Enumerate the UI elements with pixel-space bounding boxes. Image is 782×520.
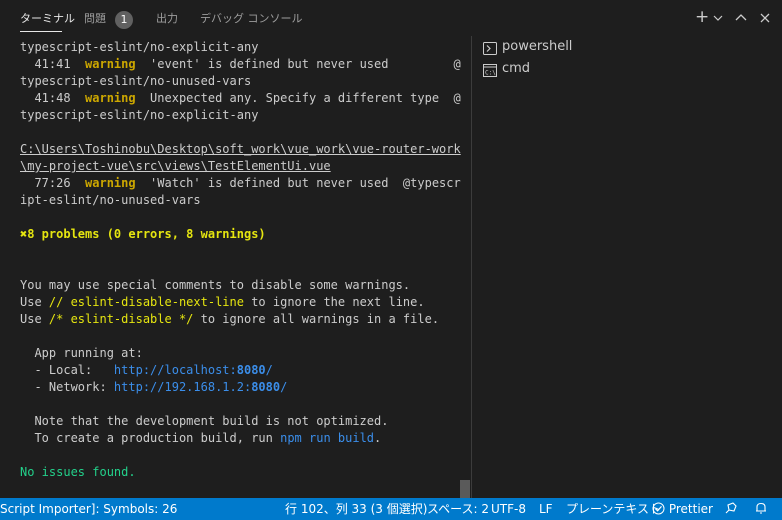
status-bar: Script Importer]: Symbols: 26 行 102、列 33… <box>0 498 782 520</box>
terminal-list-label: powershell <box>502 39 573 54</box>
network-url-link[interactable]: http://192.168.1.2:8080/ <box>114 380 287 394</box>
status-symbols[interactable]: Script Importer]: Symbols: 26 <box>0 501 177 517</box>
build-command: npm run build <box>280 431 375 445</box>
status-encoding[interactable]: UTF-8 <box>491 501 526 517</box>
terminal-line: Use /* eslint-disable */ to ignore all w… <box>20 312 440 326</box>
file-path-link[interactable]: C:\Users\Toshinobu\Desktop\soft_work\vue… <box>20 141 461 158</box>
maximize-panel-icon[interactable] <box>735 10 747 28</box>
terminal-line: typescript-eslint/no-explicit-any <box>20 40 259 54</box>
terminal-line: - Local: http://localhost:8080/ <box>20 363 273 377</box>
warning-message: 'event' is defined but never used @ <box>135 57 461 71</box>
tab-terminal[interactable]: ターミナル <box>20 12 75 26</box>
terminal-scrollbar-thumb[interactable] <box>460 480 470 498</box>
tab-debug-console[interactable]: デバッグ コンソール <box>200 12 303 26</box>
warning-message: Unexpected any. Specify a different type… <box>135 91 461 105</box>
terminal-line: - Network: http://192.168.1.2:8080/ <box>20 380 288 394</box>
warning-label: warning <box>85 57 136 71</box>
terminal-line: typescript-eslint/no-explicit-any <box>20 108 259 122</box>
terminal-line: 41:41 warning 'event' is defined but nev… <box>20 56 461 73</box>
warning-position: 41:41 <box>20 57 71 71</box>
terminal-list-item-cmd[interactable]: C:\ cmd <box>472 58 782 80</box>
close-panel-icon[interactable] <box>759 10 771 28</box>
terminal-line: ipt-eslint/no-unused-vars <box>20 193 201 207</box>
notifications-bell-icon[interactable] <box>754 501 768 519</box>
warning-label: warning <box>85 176 136 190</box>
check-double-icon <box>652 502 665 515</box>
feedback-icon[interactable] <box>724 501 738 519</box>
status-language-mode[interactable]: プレーンテキスト <box>566 501 661 517</box>
warning-label: warning <box>85 91 136 105</box>
terminal-line: Note that the development build is not o… <box>20 414 389 428</box>
warning-position: 41:48 <box>20 91 71 105</box>
panel-tab-bar: ターミナル 問題 1 出力 デバッグ コンソール + <box>0 0 782 36</box>
svg-text:C:\: C:\ <box>485 70 496 77</box>
warning-message: 'Watch' is defined but never used @types… <box>135 176 461 190</box>
status-prettier[interactable]: Prettier <box>652 501 713 517</box>
tab-problems[interactable]: 問題 <box>84 12 106 26</box>
status-cursor-position[interactable]: 行 102、列 33 (3 個選択) <box>285 501 427 517</box>
terminal-line: 41:48 warning Unexpected any. Specify a … <box>20 90 461 107</box>
terminal-dropdown-icon[interactable] <box>713 6 723 26</box>
terminal-line: To create a production build, run npm ru… <box>20 431 382 445</box>
terminal-list-item-powershell[interactable]: powershell <box>472 36 782 58</box>
eslint-comment-code: // eslint-disable-next-line <box>48 295 244 309</box>
new-terminal-icon[interactable]: + <box>695 9 709 26</box>
active-tab-indicator <box>20 31 62 32</box>
terminal-prompt-icon <box>483 40 497 55</box>
local-url-link[interactable]: http://localhost:8080/ <box>114 363 273 377</box>
terminal-line: typescript-eslint/no-unused-vars <box>20 74 252 88</box>
eslint-comment-code: /* eslint-disable */ <box>48 312 194 326</box>
tab-output[interactable]: 出力 <box>156 12 178 26</box>
warning-position: 77:26 <box>20 176 71 190</box>
terminal-list-label: cmd <box>502 61 531 76</box>
status-eol[interactable]: LF <box>539 501 553 517</box>
terminal-line: You may use special comments to disable … <box>20 278 411 292</box>
status-indentation[interactable]: スペース: 2 <box>427 501 489 517</box>
no-issues-message: No issues found. <box>20 465 136 479</box>
problems-summary: ✖8 problems (0 errors, 8 warnings) <box>20 227 266 241</box>
terminal-line: App running at: <box>20 346 143 360</box>
cmd-window-icon: C:\ <box>483 62 497 77</box>
terminal-line: Use // eslint-disable-next-line to ignor… <box>20 295 425 309</box>
terminal-output[interactable]: typescript-eslint/no-explicit-any 41:41 … <box>0 36 471 498</box>
problems-count-badge: 1 <box>115 11 133 29</box>
terminal-list: powershell C:\ cmd <box>472 36 782 498</box>
terminal-line: 77:26 warning 'Watch' is defined but nev… <box>20 175 461 192</box>
file-path-link[interactable]: \my-project-vue\src\views\TestElementUi.… <box>20 158 331 175</box>
